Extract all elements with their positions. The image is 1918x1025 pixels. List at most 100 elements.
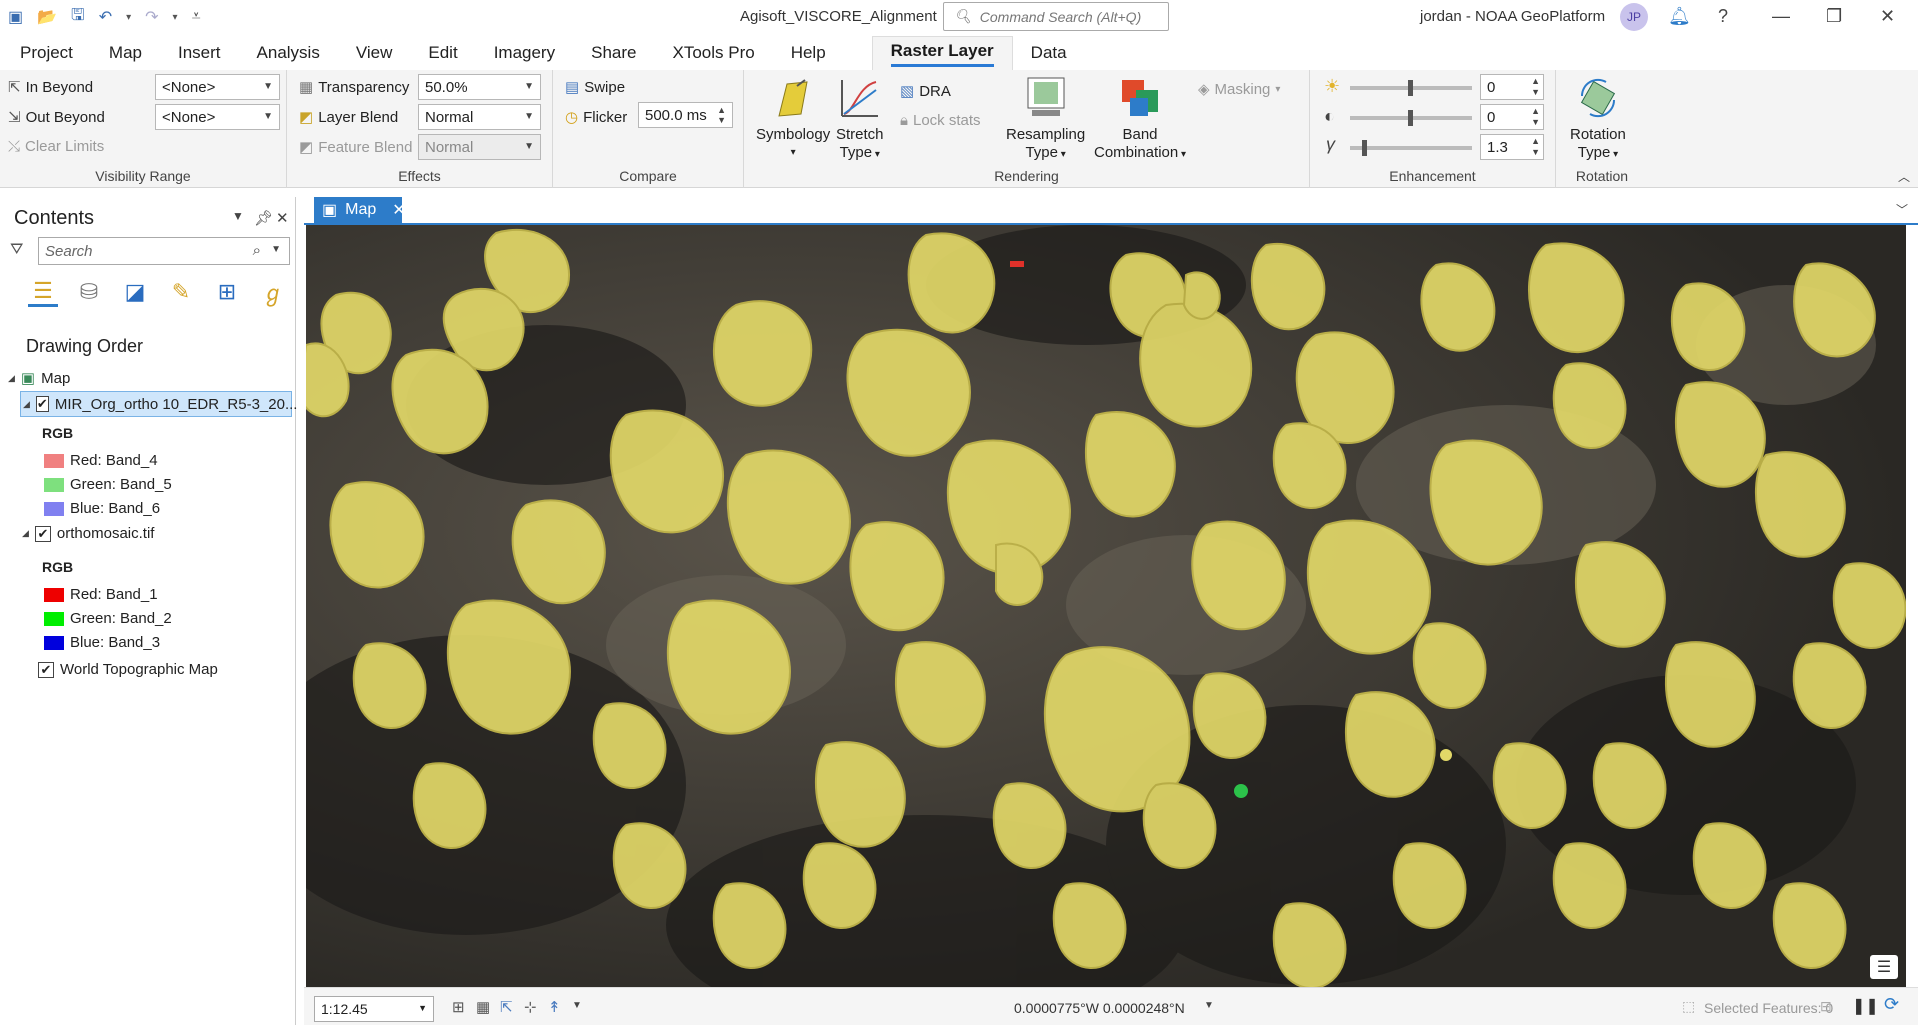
minimize-icon[interactable]: — [1772,6,1790,27]
gamma-slider[interactable] [1350,146,1472,150]
chevron-down-icon: ▼ [524,141,534,152]
gamma-slider-thumb[interactable] [1362,140,1367,156]
data-source-icon[interactable]: ⛁ [74,277,104,307]
rotation-type-button[interactable]: Rotation Type ▾ [1570,76,1626,164]
masking-button[interactable]: ◈ Masking ▾ [1198,80,1280,99]
collapse-icon[interactable]: ◢ [23,399,30,410]
menu-map[interactable]: Map [91,36,160,70]
avatar[interactable]: JP [1620,3,1648,31]
menu-imagery[interactable]: Imagery [476,36,573,70]
collapse-ribbon-icon[interactable]: ︿ [1898,168,1910,185]
grid-icon[interactable]: ▦ [476,998,490,1016]
menu-view[interactable]: View [338,36,411,70]
close-pane-icon[interactable]: ✕ [276,209,289,227]
out-beyond-button[interactable]: ⇲ Out Beyond [8,108,105,127]
layer-visibility-checkbox[interactable]: ✔ [38,661,54,678]
open-project-icon[interactable]: 📂 [37,7,57,27]
pin-icon[interactable]: 📌︎ [254,209,273,227]
band-combination-button[interactable]: Band Combination ▾ [1094,76,1186,164]
stretch-type-button[interactable]: Stretch Type ▾ [836,76,884,164]
restore-icon[interactable]: ❐ [1826,6,1842,27]
menu-raster-layer[interactable]: Raster Layer [871,36,1013,70]
scale-select[interactable]: 1:12.45 ▼ [314,996,434,1022]
undo-dropdown-icon[interactable]: ▾ [126,12,131,23]
menu-share[interactable]: Share [573,36,654,70]
selection-icon[interactable]: ◪ [120,277,150,307]
gamma-value: 1.3 [1487,138,1508,156]
layer-visibility-checkbox[interactable]: ✔ [34,525,51,542]
map-notes-icon[interactable]: ☰ [1870,955,1898,979]
labeling-icon[interactable]: ℊ [258,277,288,307]
redo-icon[interactable]: ↷ [145,7,158,27]
contrast-slider-thumb[interactable] [1408,110,1413,126]
transparency-select[interactable]: 50.0% ▼ [418,74,541,100]
band-red-row[interactable]: Red: Band_1 [44,586,158,603]
snapping-icon[interactable]: ⊹ [524,998,537,1016]
lock-stats-toggle[interactable]: 🔒︎ Lock stats [900,112,981,129]
close-tab-icon[interactable]: ✕ [392,200,405,220]
layer-world-topographic[interactable]: ✔ World Topographic Map [38,661,218,678]
in-beyond-button[interactable]: ⇱ In Beyond [8,78,93,97]
feature-blend-select[interactable]: Normal ▼ [418,134,541,160]
coordinate-format-dropdown-icon[interactable]: ▼ [1204,1000,1214,1011]
contrast-input[interactable]: 0 ▲ ▼ [1480,104,1544,130]
filter-icon[interactable]: ⛛ [10,241,23,259]
collapse-icon[interactable]: ◢ [8,373,15,384]
undo-icon[interactable]: ↶ [99,7,112,27]
drawing-order-icon[interactable]: ☰ [28,277,58,307]
layer-visibility-checkbox[interactable]: ✔ [35,396,49,412]
layer-orthomosaic[interactable]: ◢ ✔ orthomosaic.tif [22,525,154,542]
save-icon[interactable]: 🖫 [71,4,85,31]
in-beyond-select[interactable]: <None> ▼ [155,74,280,100]
gamma-input[interactable]: 1.3 ▲ ▼ [1480,134,1544,160]
out-beyond-select[interactable]: <None> ▼ [155,104,280,130]
flicker-rate-input[interactable]: 500.0 ms ▲ ▼ [638,102,733,128]
help-icon[interactable]: ? [1718,6,1728,27]
resampling-type-button[interactable]: Resampling Type ▾ [1006,76,1085,164]
chevron-down-icon[interactable]: ▼ [572,1000,582,1011]
tab-map[interactable]: ▣ Map ✕ [314,197,406,223]
customize-toolbar-icon[interactable]: ⩡ [192,8,201,26]
band-green-row[interactable]: Green: Band_5 [44,476,172,493]
menu-insert[interactable]: Insert [160,36,239,70]
swipe-button[interactable]: ▤ Swipe [565,78,625,97]
dra-toggle[interactable]: ▧ DRA [900,82,951,101]
refresh-layout-icon[interactable]: ⊟ [1820,998,1832,1015]
layer-blend-select[interactable]: Normal ▼ [418,104,541,130]
pane-options-icon[interactable]: ▼ [232,209,244,223]
tab-list-icon[interactable]: ﹀ [1896,201,1908,218]
menu-analysis[interactable]: Analysis [239,36,338,70]
menu-data[interactable]: Data [1013,36,1091,70]
contents-search-input[interactable]: Search ⌕ ▼ [38,237,290,265]
menu-xtools-pro[interactable]: XTools Pro [654,36,772,70]
collapse-icon[interactable]: ◢ [22,528,29,539]
close-icon[interactable]: ✕ [1880,6,1895,27]
band-blue-row[interactable]: Blue: Band_3 [44,634,160,651]
map-node[interactable]: ◢ ▣ Map [8,369,70,388]
pause-drawing-icon[interactable]: ❚❚ [1852,996,1879,1016]
notification-bell-icon[interactable]: 🔔︎ [1668,6,1691,27]
editing-icon[interactable]: ✎ [166,277,196,307]
menu-project[interactable]: Project [2,36,91,70]
snapping-icon[interactable]: ⊞ [212,277,242,307]
fixed-zoom-icon[interactable]: ⊞ [452,998,465,1016]
brightness-input[interactable]: 0 ▲ ▼ [1480,74,1544,100]
menu-edit[interactable]: Edit [410,36,475,70]
symbology-button[interactable]: Symbology ▾ [756,76,830,162]
north-arrow-icon[interactable]: ↟ [548,998,561,1016]
user-account[interactable]: jordan - NOAA GeoPlatform [1420,8,1605,25]
band-red-row[interactable]: Red: Band_4 [44,452,158,469]
full-extent-icon[interactable]: ⇱ [500,998,513,1016]
layer-mir-org-ortho[interactable]: ◢ ✔ MIR_Org_ortho 10_EDR_R5-3_20... [20,391,297,417]
flicker-button[interactable]: ◷ Flicker [565,108,627,127]
command-search-input[interactable]: 🔍︎ Command Search (Alt+Q) [943,2,1169,31]
new-project-icon[interactable]: ▣ [8,7,23,27]
menu-help[interactable]: Help [773,36,844,70]
band-green-row[interactable]: Green: Band_2 [44,610,172,627]
brightness-slider-thumb[interactable] [1408,80,1413,96]
redo-dropdown-icon[interactable]: ▾ [173,12,178,23]
band-blue-row[interactable]: Blue: Band_6 [44,500,160,517]
clear-limits-button[interactable]: ⤯ Clear Limits [8,138,104,155]
map-canvas[interactable]: ☰ [306,225,1906,987]
refresh-icon[interactable]: ⟳ [1884,994,1899,1015]
